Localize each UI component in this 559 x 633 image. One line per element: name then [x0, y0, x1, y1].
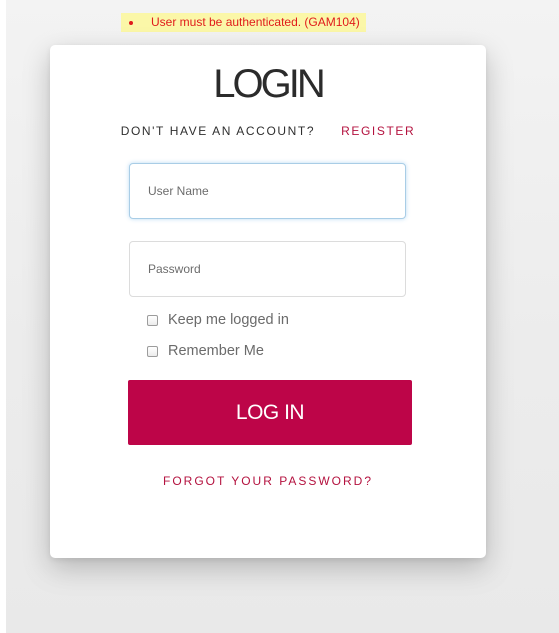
password-input[interactable] [129, 241, 406, 297]
error-text: User must be authenticated. (GAM104) [151, 15, 360, 29]
remember-me-option[interactable]: Remember Me [147, 342, 264, 360]
forgot-password-link[interactable]: FORGOT YOUR PASSWORD? [50, 474, 486, 488]
keep-logged-in-label: Keep me logged in [168, 312, 289, 328]
error-message: User must be authenticated. (GAM104) [121, 13, 366, 32]
remember-me-label: Remember Me [168, 343, 264, 359]
login-title: LOGIN [213, 62, 325, 106]
username-input[interactable] [129, 163, 406, 219]
keep-logged-in-checkbox[interactable] [147, 314, 158, 326]
bullet-icon [129, 20, 133, 25]
login-card: LOGIN DON'T HAVE AN ACCOUNT? REGISTER Kee… [50, 45, 486, 558]
register-link[interactable]: REGISTER [341, 124, 415, 138]
no-account-text: DON'T HAVE AN ACCOUNT? [120, 124, 316, 138]
account-prompt: DON'T HAVE AN ACCOUNT? REGISTER [50, 124, 486, 138]
login-button[interactable]: LOG IN [128, 380, 412, 445]
remember-me-checkbox[interactable] [147, 345, 158, 357]
keep-logged-in-option[interactable]: Keep me logged in [147, 311, 289, 329]
